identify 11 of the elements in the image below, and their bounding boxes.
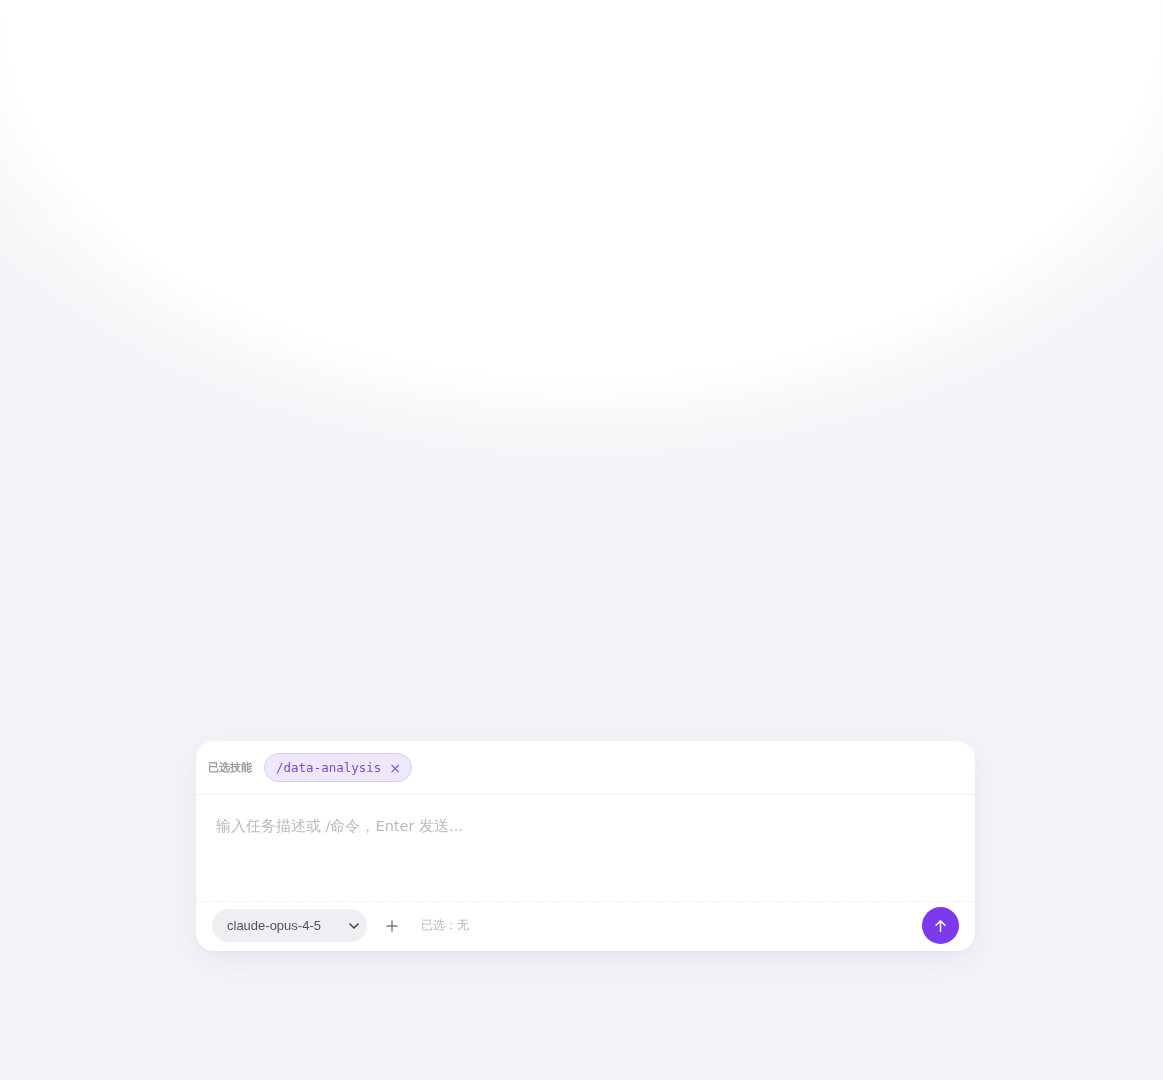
model-select[interactable]: claude-opus-4-5 (212, 909, 367, 942)
task-input-field[interactable]: 输入任务描述或 /命令，Enter 发送... (196, 795, 975, 902)
skill-name: /data-analysis (276, 760, 382, 775)
skills-label: 已选技能 (208, 760, 252, 775)
arrow-up-icon (935, 919, 946, 932)
message-composer[interactable]: 已选技能 /data-analysis × 输入任务描述或 /命令，Enter 发送... claude-opus-4-5 已选：无 (196, 741, 975, 951)
plus-icon (386, 919, 398, 932)
remove-skill-button[interactable]: × (387, 760, 404, 775)
chevron-down-icon (349, 922, 359, 929)
selection-status: 已选：无 (421, 917, 469, 934)
send-button[interactable] (922, 907, 959, 944)
